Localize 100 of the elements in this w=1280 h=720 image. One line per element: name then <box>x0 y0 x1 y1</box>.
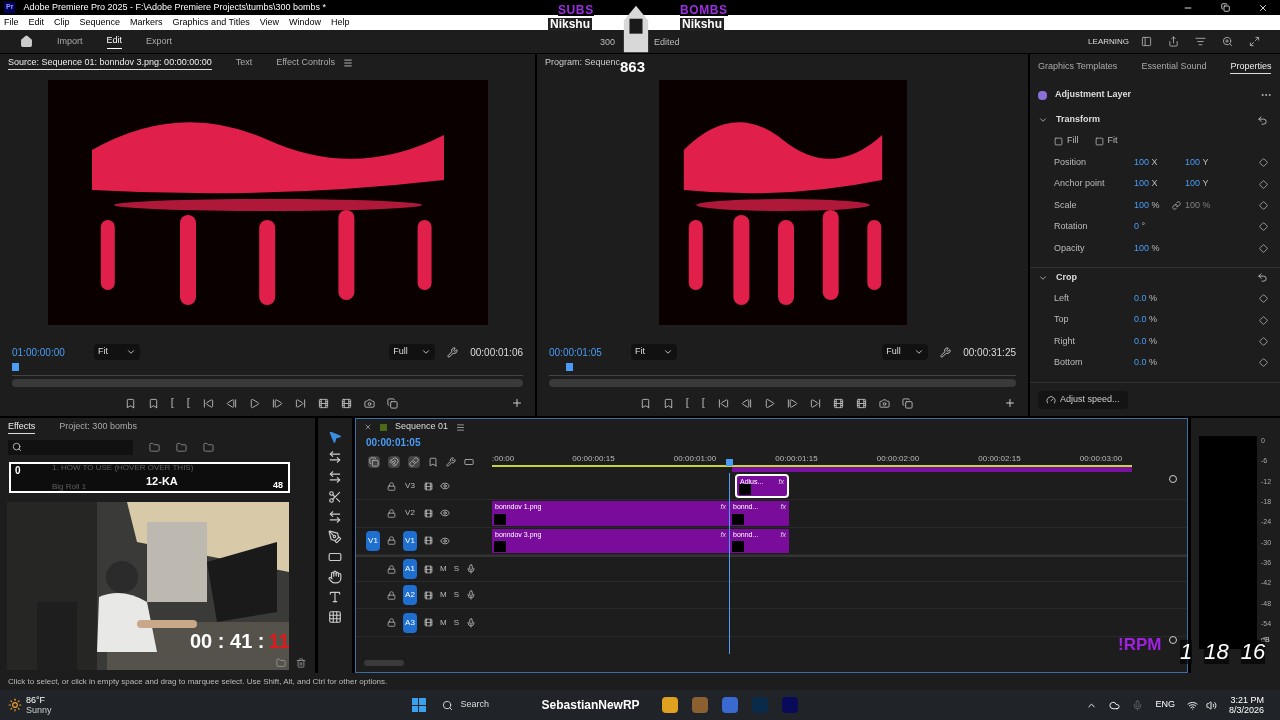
play-icon[interactable] <box>764 397 775 409</box>
track-target[interactable]: A2 <box>403 585 417 606</box>
menu-item[interactable]: Help <box>331 15 350 30</box>
zoom-scrollbar[interactable] <box>12 379 523 387</box>
quality-dropdown[interactable]: Full <box>389 344 436 360</box>
panel-tab[interactable]: Graphics Templates <box>1038 60 1118 74</box>
search-field[interactable] <box>8 439 133 455</box>
lock-icon[interactable] <box>387 481 396 491</box>
keyframe-icon[interactable] <box>1259 243 1268 253</box>
keyframe-icon[interactable] <box>1259 358 1268 368</box>
film-icon[interactable] <box>833 397 844 409</box>
film-icon[interactable] <box>856 397 867 409</box>
menu-item[interactable]: Window <box>289 15 322 30</box>
keyframe-icon[interactable] <box>1259 158 1268 168</box>
mic-icon[interactable] <box>466 590 476 601</box>
panel-tab[interactable]: Project: 300 bombs <box>59 420 137 434</box>
copy-icon[interactable] <box>902 397 913 409</box>
chevron-icon[interactable] <box>1038 115 1048 125</box>
pen-icon[interactable] <box>328 530 342 544</box>
panel-tab[interactable]: Properties <box>1230 59 1272 75</box>
panel-tab[interactable]: Effect Controls <box>276 56 336 70</box>
mute-button[interactable]: M <box>440 589 447 602</box>
film-icon[interactable] <box>341 397 352 409</box>
lock-icon[interactable] <box>387 618 396 628</box>
track-target[interactable]: V1 <box>403 530 417 551</box>
eye-icon[interactable] <box>440 508 450 519</box>
rectangle-icon[interactable] <box>328 550 342 564</box>
solo-button[interactable]: S <box>453 563 459 576</box>
razor-icon[interactable] <box>328 490 342 504</box>
share-icon[interactable] <box>1168 36 1179 47</box>
trash-icon[interactable] <box>296 658 306 668</box>
lock-icon[interactable] <box>387 564 396 574</box>
property-value[interactable]: 100 Y <box>1185 177 1223 191</box>
solo-button[interactable]: S <box>453 589 459 602</box>
fit-option[interactable]: Fill <box>1054 134 1079 148</box>
fullscreen-icon[interactable] <box>1249 36 1260 47</box>
menu-item[interactable]: Graphics and Titles <box>172 15 250 30</box>
sync-icon[interactable] <box>424 481 433 491</box>
zoom-dropdown[interactable]: Fit <box>631 344 677 360</box>
menu-item[interactable]: Sequence <box>79 15 121 30</box>
quality-dropdown[interactable]: Full <box>882 344 929 360</box>
panel-tab[interactable]: Text <box>235 56 253 70</box>
keyframe-icon[interactable] <box>1259 336 1268 346</box>
panel-tab[interactable]: Effects <box>8 419 36 435</box>
cloud-icon[interactable] <box>1109 699 1121 711</box>
bracket-icon[interactable] <box>702 398 706 408</box>
property-value[interactable]: 100 Y <box>1185 155 1223 170</box>
taskbar-app-icon[interactable] <box>661 697 678 713</box>
menu-icon[interactable] <box>456 422 466 432</box>
close-icon[interactable] <box>1258 2 1268 13</box>
volume-icon[interactable] <box>1205 699 1217 711</box>
property-value[interactable]: 0.0 % <box>1134 313 1172 327</box>
mic-icon[interactable] <box>466 617 476 628</box>
keyframe-icon[interactable] <box>1259 315 1268 325</box>
eye-icon[interactable] <box>440 481 450 492</box>
search-box[interactable]: Search <box>441 694 532 716</box>
eye-icon[interactable] <box>440 535 450 546</box>
panel-tab[interactable]: Essential Sound <box>1141 60 1207 74</box>
camera-icon[interactable] <box>364 397 375 409</box>
wrench-icon[interactable] <box>940 346 952 358</box>
wrench-icon[interactable] <box>446 457 456 467</box>
track-target[interactable]: V3 <box>403 476 417 497</box>
restore-icon[interactable] <box>1221 3 1230 12</box>
sync-icon[interactable] <box>424 618 433 628</box>
solo-button[interactable]: S <box>453 616 459 629</box>
workspace-tab[interactable]: Import <box>57 34 83 49</box>
property-value[interactable]: 100 X <box>1134 177 1172 191</box>
copy-icon[interactable] <box>387 397 398 409</box>
lock-icon[interactable] <box>387 590 396 600</box>
taskbar-app-icon[interactable] <box>721 697 738 713</box>
windows-start-icon[interactable] <box>411 698 426 712</box>
sync-icon[interactable] <box>424 590 433 600</box>
bin-icon[interactable] <box>149 441 160 453</box>
sync-icon[interactable] <box>424 564 433 574</box>
home-icon[interactable] <box>20 35 33 48</box>
search-icon[interactable] <box>1222 36 1233 47</box>
marker-icon[interactable] <box>428 457 438 467</box>
bracket-icon[interactable] <box>171 398 175 408</box>
playhead[interactable] <box>566 363 574 371</box>
playhead-handle[interactable] <box>725 459 733 466</box>
zoom-scrollbar[interactable] <box>549 379 1016 387</box>
track-target[interactable]: V2 <box>403 503 417 524</box>
fit-option[interactable]: Fit <box>1094 134 1118 148</box>
marker-icon[interactable] <box>663 397 674 409</box>
film-icon[interactable] <box>318 397 329 409</box>
step-icon[interactable] <box>718 397 729 409</box>
hand-icon[interactable] <box>328 570 342 584</box>
property-value[interactable]: 100 X <box>1134 155 1172 170</box>
bracket-icon[interactable] <box>187 398 191 408</box>
menu-item[interactable]: Edit <box>28 15 45 30</box>
property-value[interactable]: 0.0 % <box>1134 291 1172 306</box>
add-icon[interactable] <box>511 397 523 409</box>
property-value[interactable]: 0 ° <box>1134 220 1172 234</box>
menu-item[interactable]: View <box>259 15 279 30</box>
step-icon[interactable] <box>787 397 798 409</box>
source-patch[interactable]: V1 <box>366 530 380 551</box>
learning-label[interactable]: LEARNING <box>1088 35 1129 48</box>
marker-icon[interactable] <box>148 397 159 409</box>
keyframe-icon[interactable] <box>1259 294 1268 304</box>
panel-icon[interactable] <box>1141 36 1152 47</box>
